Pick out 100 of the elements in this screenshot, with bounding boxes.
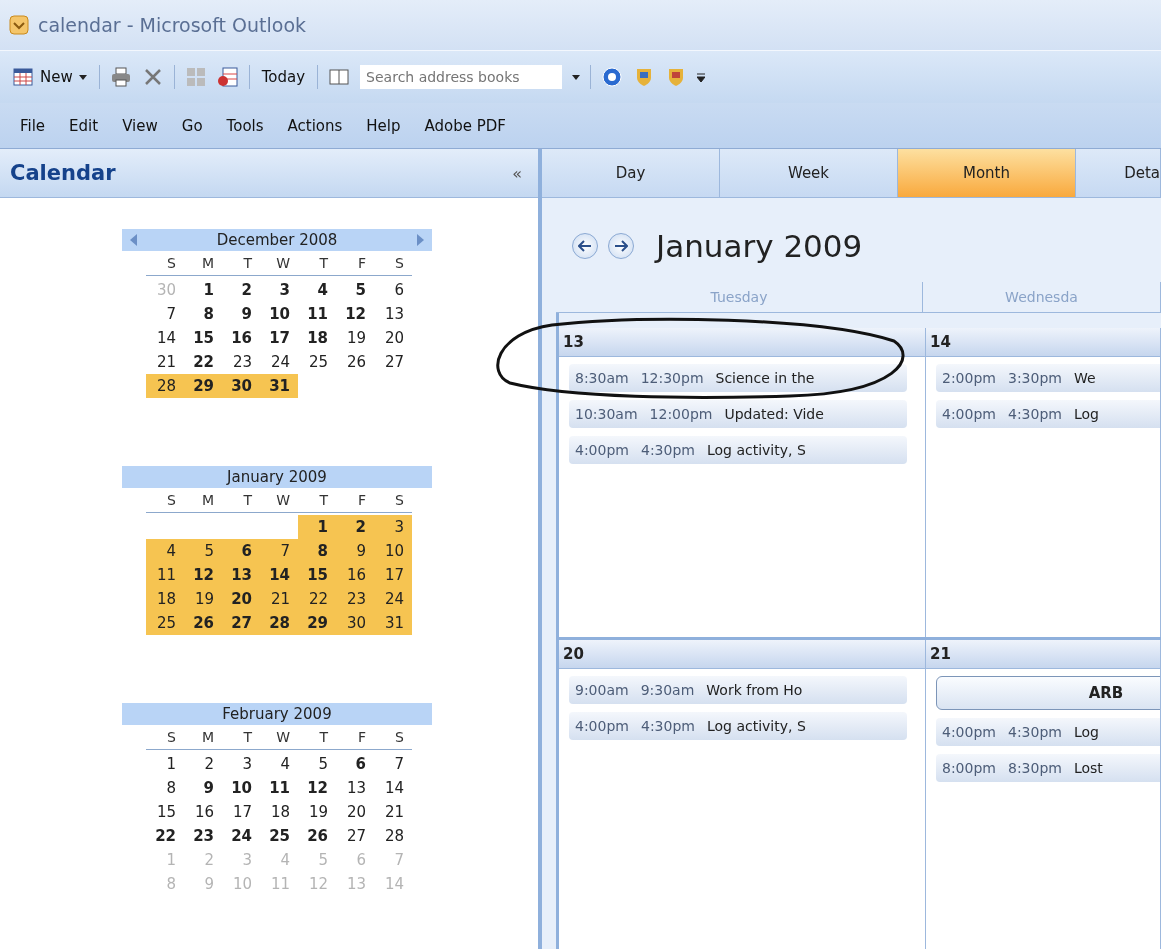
appointment[interactable]: 9:00am 9:30am Work from Ho [569, 676, 907, 704]
calendar-day[interactable]: 22 [146, 824, 184, 848]
calendar-day[interactable]: 15 [146, 800, 184, 824]
calendar-day[interactable]: 21 [260, 587, 298, 611]
calendar-day[interactable]: 9 [184, 776, 222, 800]
search-field[interactable]: Search address books [360, 65, 563, 89]
view-tab[interactable]: Month [898, 149, 1076, 197]
calendar-day[interactable]: 26 [184, 611, 222, 635]
menu-item[interactable]: View [122, 114, 158, 137]
calendar-day[interactable]: 27 [374, 350, 412, 374]
appointment[interactable]: 10:30am 12:00pm Updated: Vide [569, 400, 907, 428]
calendar-day[interactable]: 20 [374, 326, 412, 350]
calendar-day[interactable]: 5 [336, 278, 374, 302]
calendar-day[interactable]: 17 [260, 326, 298, 350]
calendar-day[interactable]: 1 [184, 278, 222, 302]
calendar-day[interactable]: 2 [336, 515, 374, 539]
calendar-day[interactable]: 27 [222, 611, 260, 635]
view-tab[interactable]: Day [542, 149, 720, 197]
calendar-day[interactable]: 7 [260, 539, 298, 563]
calendar-day[interactable]: 14 [260, 563, 298, 587]
calendar-day[interactable]: 2 [222, 278, 260, 302]
calendar-day[interactable]: 4 [260, 752, 298, 776]
calendar-day[interactable]: 16 [184, 800, 222, 824]
menu-item[interactable]: Help [366, 114, 401, 137]
calendar-day[interactable]: 13 [374, 302, 412, 326]
menu-item[interactable]: Actions [287, 114, 343, 137]
calendar-day[interactable]: 6 [336, 752, 374, 776]
appointment[interactable]: 8:00pm 8:30pm Lost [936, 754, 1160, 782]
calendar-day[interactable]: 17 [222, 800, 260, 824]
overflow-icon[interactable] [697, 72, 706, 82]
calendar-day[interactable]: 8 [298, 539, 336, 563]
calendar-day[interactable]: 25 [146, 611, 184, 635]
calendar-day[interactable]: 4 [146, 539, 184, 563]
forward-button[interactable] [608, 233, 634, 259]
calendar-day[interactable]: 25 [260, 824, 298, 848]
appointment[interactable]: 4:00pm 4:30pm Log activity, S [569, 712, 907, 740]
menu-item[interactable]: Go [181, 114, 203, 137]
calendar-day[interactable]: 28 [260, 611, 298, 635]
calendar-day[interactable]: 3 [222, 752, 260, 776]
calendar-day[interactable]: 8 [184, 302, 222, 326]
calendar-day[interactable]: 23 [222, 350, 260, 374]
appointment[interactable]: 4:00pm 4:30pm Log [936, 718, 1160, 746]
calendar-day[interactable]: 19 [184, 587, 222, 611]
calendar-day[interactable]: 11 [146, 563, 184, 587]
calendar-day[interactable]: 26 [298, 824, 336, 848]
calendar-day[interactable]: 14 [374, 776, 412, 800]
calendar-day[interactable]: 31 [260, 374, 298, 398]
collapse-button[interactable]: « [506, 162, 528, 184]
calendar-day[interactable]: 12 [298, 776, 336, 800]
new-button[interactable]: New [10, 64, 89, 90]
calendar-day[interactable]: 18 [146, 587, 184, 611]
appointment[interactable]: 2:00pm 3:30pm We [936, 364, 1160, 392]
calendar-day[interactable]: 10 [374, 539, 412, 563]
calendar-day[interactable]: 9 [336, 539, 374, 563]
calendar-day[interactable]: 1 [298, 515, 336, 539]
calendar-day[interactable]: 2 [184, 752, 222, 776]
calendar-day[interactable]: 18 [260, 800, 298, 824]
menu-item[interactable]: Tools [226, 114, 264, 137]
calendar-day[interactable]: 21 [146, 350, 184, 374]
calendar-day[interactable]: 24 [374, 587, 412, 611]
calendar-day[interactable]: 7 [146, 302, 184, 326]
calendar-day[interactable]: 11 [298, 302, 336, 326]
calendar-day[interactable]: 30 [336, 611, 374, 635]
calendar-day[interactable]: 16 [222, 326, 260, 350]
calendar-day[interactable]: 13 [336, 776, 374, 800]
calendar-day[interactable]: 6 [374, 278, 412, 302]
appointment[interactable]: 8:30am 12:30pm Science in the [569, 364, 907, 392]
calendar-day[interactable]: 9 [222, 302, 260, 326]
menu-item[interactable]: Edit [69, 114, 99, 137]
caret-icon[interactable] [572, 74, 581, 80]
calendar-day[interactable]: 21 [374, 800, 412, 824]
calendar-day[interactable]: 16 [336, 563, 374, 587]
calendar-day[interactable]: 28 [374, 824, 412, 848]
calendar-day[interactable]: 10 [222, 776, 260, 800]
menu-item[interactable]: Adobe PDF [424, 114, 506, 137]
calendar-day[interactable]: 25 [298, 350, 336, 374]
calendar-day[interactable]: 5 [184, 539, 222, 563]
calendar-day[interactable]: 4 [298, 278, 336, 302]
calendar-day[interactable]: 10 [260, 302, 298, 326]
appointment[interactable]: 4:00pm 4:30pm Log activity, S [569, 436, 907, 464]
appointment[interactable]: 4:00pm 4:30pm Log [936, 400, 1160, 428]
calendar-day[interactable]: 7 [374, 752, 412, 776]
calendar-day[interactable]: 30 [222, 374, 260, 398]
calendar-day[interactable]: 15 [298, 563, 336, 587]
calendar-day[interactable]: 17 [374, 563, 412, 587]
calendar-day[interactable]: 29 [184, 374, 222, 398]
calendar-day[interactable]: 14 [146, 326, 184, 350]
calendar-day[interactable]: 23 [184, 824, 222, 848]
calendar-day[interactable]: 27 [336, 824, 374, 848]
calendar-day[interactable]: 29 [298, 611, 336, 635]
calendar-day[interactable]: 12 [336, 302, 374, 326]
calendar-day[interactable]: 6 [222, 539, 260, 563]
calendar-day[interactable]: 3 [260, 278, 298, 302]
calendar-day[interactable]: 19 [336, 326, 374, 350]
calendar-day[interactable]: 22 [298, 587, 336, 611]
calendar-day[interactable]: 24 [260, 350, 298, 374]
view-tab[interactable]: Deta [1076, 149, 1161, 197]
calendar-day[interactable]: 28 [146, 374, 184, 398]
calendar-day[interactable]: 5 [298, 752, 336, 776]
calendar-day[interactable]: 26 [336, 350, 374, 374]
